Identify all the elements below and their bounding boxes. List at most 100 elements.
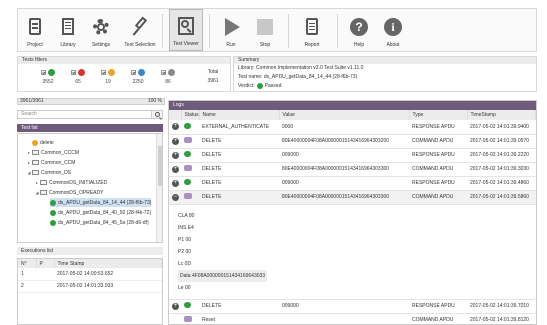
log-type: RESPONSE APDU <box>409 120 467 135</box>
node-label: delete <box>40 139 54 146</box>
help-button[interactable]: ? Help <box>342 9 376 51</box>
settings-button[interactable]: Settings <box>84 9 118 51</box>
col-number[interactable]: N° <box>18 259 37 268</box>
checkbox[interactable] <box>71 69 76 75</box>
checkbox[interactable] <box>131 69 136 75</box>
expand-icon[interactable]: + <box>172 302 179 310</box>
node-label: CommonDS_INITIALIZED <box>49 179 108 186</box>
checkbox[interactable] <box>161 69 166 75</box>
pin-icon <box>130 16 150 37</box>
tree-node-test[interactable]: ds_APDU_getData_84_40_92 (28-f4k-72) <box>50 208 151 217</box>
node-label: ds_APDU_getData_84_14_44 (28-f6b-73) <box>58 199 152 206</box>
expand-icon[interactable]: + <box>172 123 179 131</box>
tree-node-delete[interactable]: delete <box>32 138 54 147</box>
passed-icon <box>50 199 56 206</box>
tree-node-common-ds[interactable]: ◢ Common_DS <box>26 168 71 177</box>
tree-node-common-ccm[interactable]: ▸ Common_CCM <box>26 158 75 167</box>
command-icon <box>184 316 192 322</box>
report-label: Report <box>304 42 320 48</box>
log-time: 2017-05-02 14:01:39.5860 <box>467 190 536 205</box>
expand-icon[interactable]: + <box>172 165 179 173</box>
scroll-thumb[interactable] <box>158 146 162 186</box>
filter-failed[interactable]: 65 <box>63 67 93 87</box>
filter-warning[interactable]: 19 <box>93 67 123 87</box>
col-name[interactable]: Name <box>199 110 280 120</box>
detail-lc: Lc 0D <box>178 260 192 267</box>
log-row[interactable]: + DELETE 009000 RESPONSE APDU 2017-05-02… <box>169 176 536 191</box>
col-timestamp[interactable]: TimeStamp <box>467 110 536 120</box>
col-value[interactable]: Value <box>279 110 410 120</box>
expand-icon[interactable]: + <box>172 137 179 145</box>
detail-data: Data 4F08A000000151434169643033 <box>178 269 268 282</box>
table-row[interactable]: 2 2017-05-02 14:01:33.933 <box>18 280 162 293</box>
log-row[interactable]: + DELETE 009000 RESPONSE APDU 2017-05-02… <box>169 148 536 163</box>
stop-label: Stop <box>259 42 271 48</box>
checkbox[interactable] <box>41 69 46 75</box>
log-row[interactable]: + EXTERNAL_AUTHENTICATE 9000 RESPONSE AP… <box>169 120 536 135</box>
passed-icon <box>48 68 55 76</box>
search-button[interactable] <box>151 110 163 119</box>
filter-not-run[interactable]: 86 <box>153 67 183 87</box>
tree-node-commonds-initialized[interactable]: ▸ CommonDS_INITIALIZED <box>34 178 107 187</box>
run-button[interactable]: Run <box>214 9 248 51</box>
col-timestamp[interactable]: Time Stamp <box>54 259 162 268</box>
detail-p1: P1 00 <box>178 236 192 243</box>
log-row[interactable]: Reset COMMAND APDU 2017-05-02 14:01:39.8… <box>169 313 536 324</box>
warning-count: 19 <box>105 79 111 85</box>
tree-node-test[interactable]: ds_APDU_getData_84_45_5a (28-d6-df) <box>50 218 149 227</box>
log-row[interactable]: + DELETE 80E40000004F08A0000001514341696… <box>169 162 536 177</box>
command-icon <box>184 165 192 171</box>
tree-node-test-selected[interactable]: ds_APDU_getData_84_14_44 (28-f6b-73) <box>50 198 152 207</box>
tree-scrollbar[interactable] <box>156 134 162 242</box>
filter-info[interactable]: 2250 <box>123 67 153 87</box>
report-button[interactable]: Report <box>293 9 331 51</box>
toolbar-separator <box>337 14 338 48</box>
collapse-icon[interactable]: − <box>172 193 179 201</box>
node-label: Common_CCCM <box>41 149 80 156</box>
test-selection-label: Test Selection <box>124 42 156 48</box>
col-expand <box>169 110 182 120</box>
toolbar-separator <box>288 14 289 48</box>
project-button[interactable]: Project <box>18 9 52 51</box>
log-value: 80E40000004F08A00000015143416964303300 <box>279 190 409 205</box>
table-row[interactable]: 1 2017-05-02 14:00:53.652 <box>18 268 162 281</box>
passed-icon <box>50 209 56 216</box>
log-panel: Logs Status Name Value Type TimeStamp + … <box>168 100 537 325</box>
library-button[interactable]: Library <box>52 9 84 51</box>
log-row[interactable]: + DELETE 009000 RESPONSE APDU 2017-05-02… <box>169 299 536 314</box>
total-count: Total 3961 <box>198 68 228 86</box>
failed-count: 65 <box>75 79 81 85</box>
log-row[interactable]: + DELETE 80E40000004F08A0000001514341696… <box>169 134 536 149</box>
log-time: 2017-05-02 14:01:39.2220 <box>467 148 536 163</box>
expand-icon[interactable]: + <box>172 179 179 187</box>
summary-verdict: Verdict: Passed <box>234 82 536 91</box>
test-selection-button[interactable]: Test Selection <box>118 9 162 51</box>
tests-filters-title: Tests filters <box>18 57 230 64</box>
node-label: Common_CCM <box>41 159 76 166</box>
progress-count: 3961/3961 <box>20 98 44 104</box>
search-input[interactable]: Search <box>17 110 163 119</box>
checkbox[interactable] <box>101 69 106 75</box>
tree-node-commonds-opready[interactable]: ◢ CommonDS_OPREADY <box>34 188 103 197</box>
filter-passed[interactable]: 3552 <box>33 67 63 87</box>
progress-percent: 100 % <box>147 98 162 104</box>
col-p[interactable]: P <box>36 259 55 268</box>
toolbar: Project Library Settings Test Selection <box>17 8 537 52</box>
col-type[interactable]: Type <box>409 110 468 120</box>
expand-icon[interactable]: + <box>172 151 179 159</box>
tree-node-common-cccm[interactable]: ▸ Common_CCCM <box>26 148 79 157</box>
about-button[interactable]: i About <box>376 9 410 51</box>
log-time: 2017-05-02 14:01:39.9400 <box>467 120 536 135</box>
test-viewer-button[interactable]: Test Viewer <box>169 9 203 51</box>
node-label: ds_APDU_getData_84_40_92 (28-f4k-72) <box>58 209 152 216</box>
not-run-icon <box>168 68 175 76</box>
log-value: 80E40000004F08A00000015143416964303300 <box>279 162 409 177</box>
log-row[interactable]: − DELETE 80E40000004F08A0000001514341696… <box>169 190 536 205</box>
passed-icon <box>50 219 56 226</box>
col-status[interactable]: Status <box>181 110 200 120</box>
log-value: 009000 <box>279 176 409 191</box>
project-icon <box>25 17 45 37</box>
stop-button[interactable]: Stop <box>248 9 282 51</box>
info-count: 2250 <box>132 79 144 85</box>
run-label: Run <box>226 42 236 48</box>
